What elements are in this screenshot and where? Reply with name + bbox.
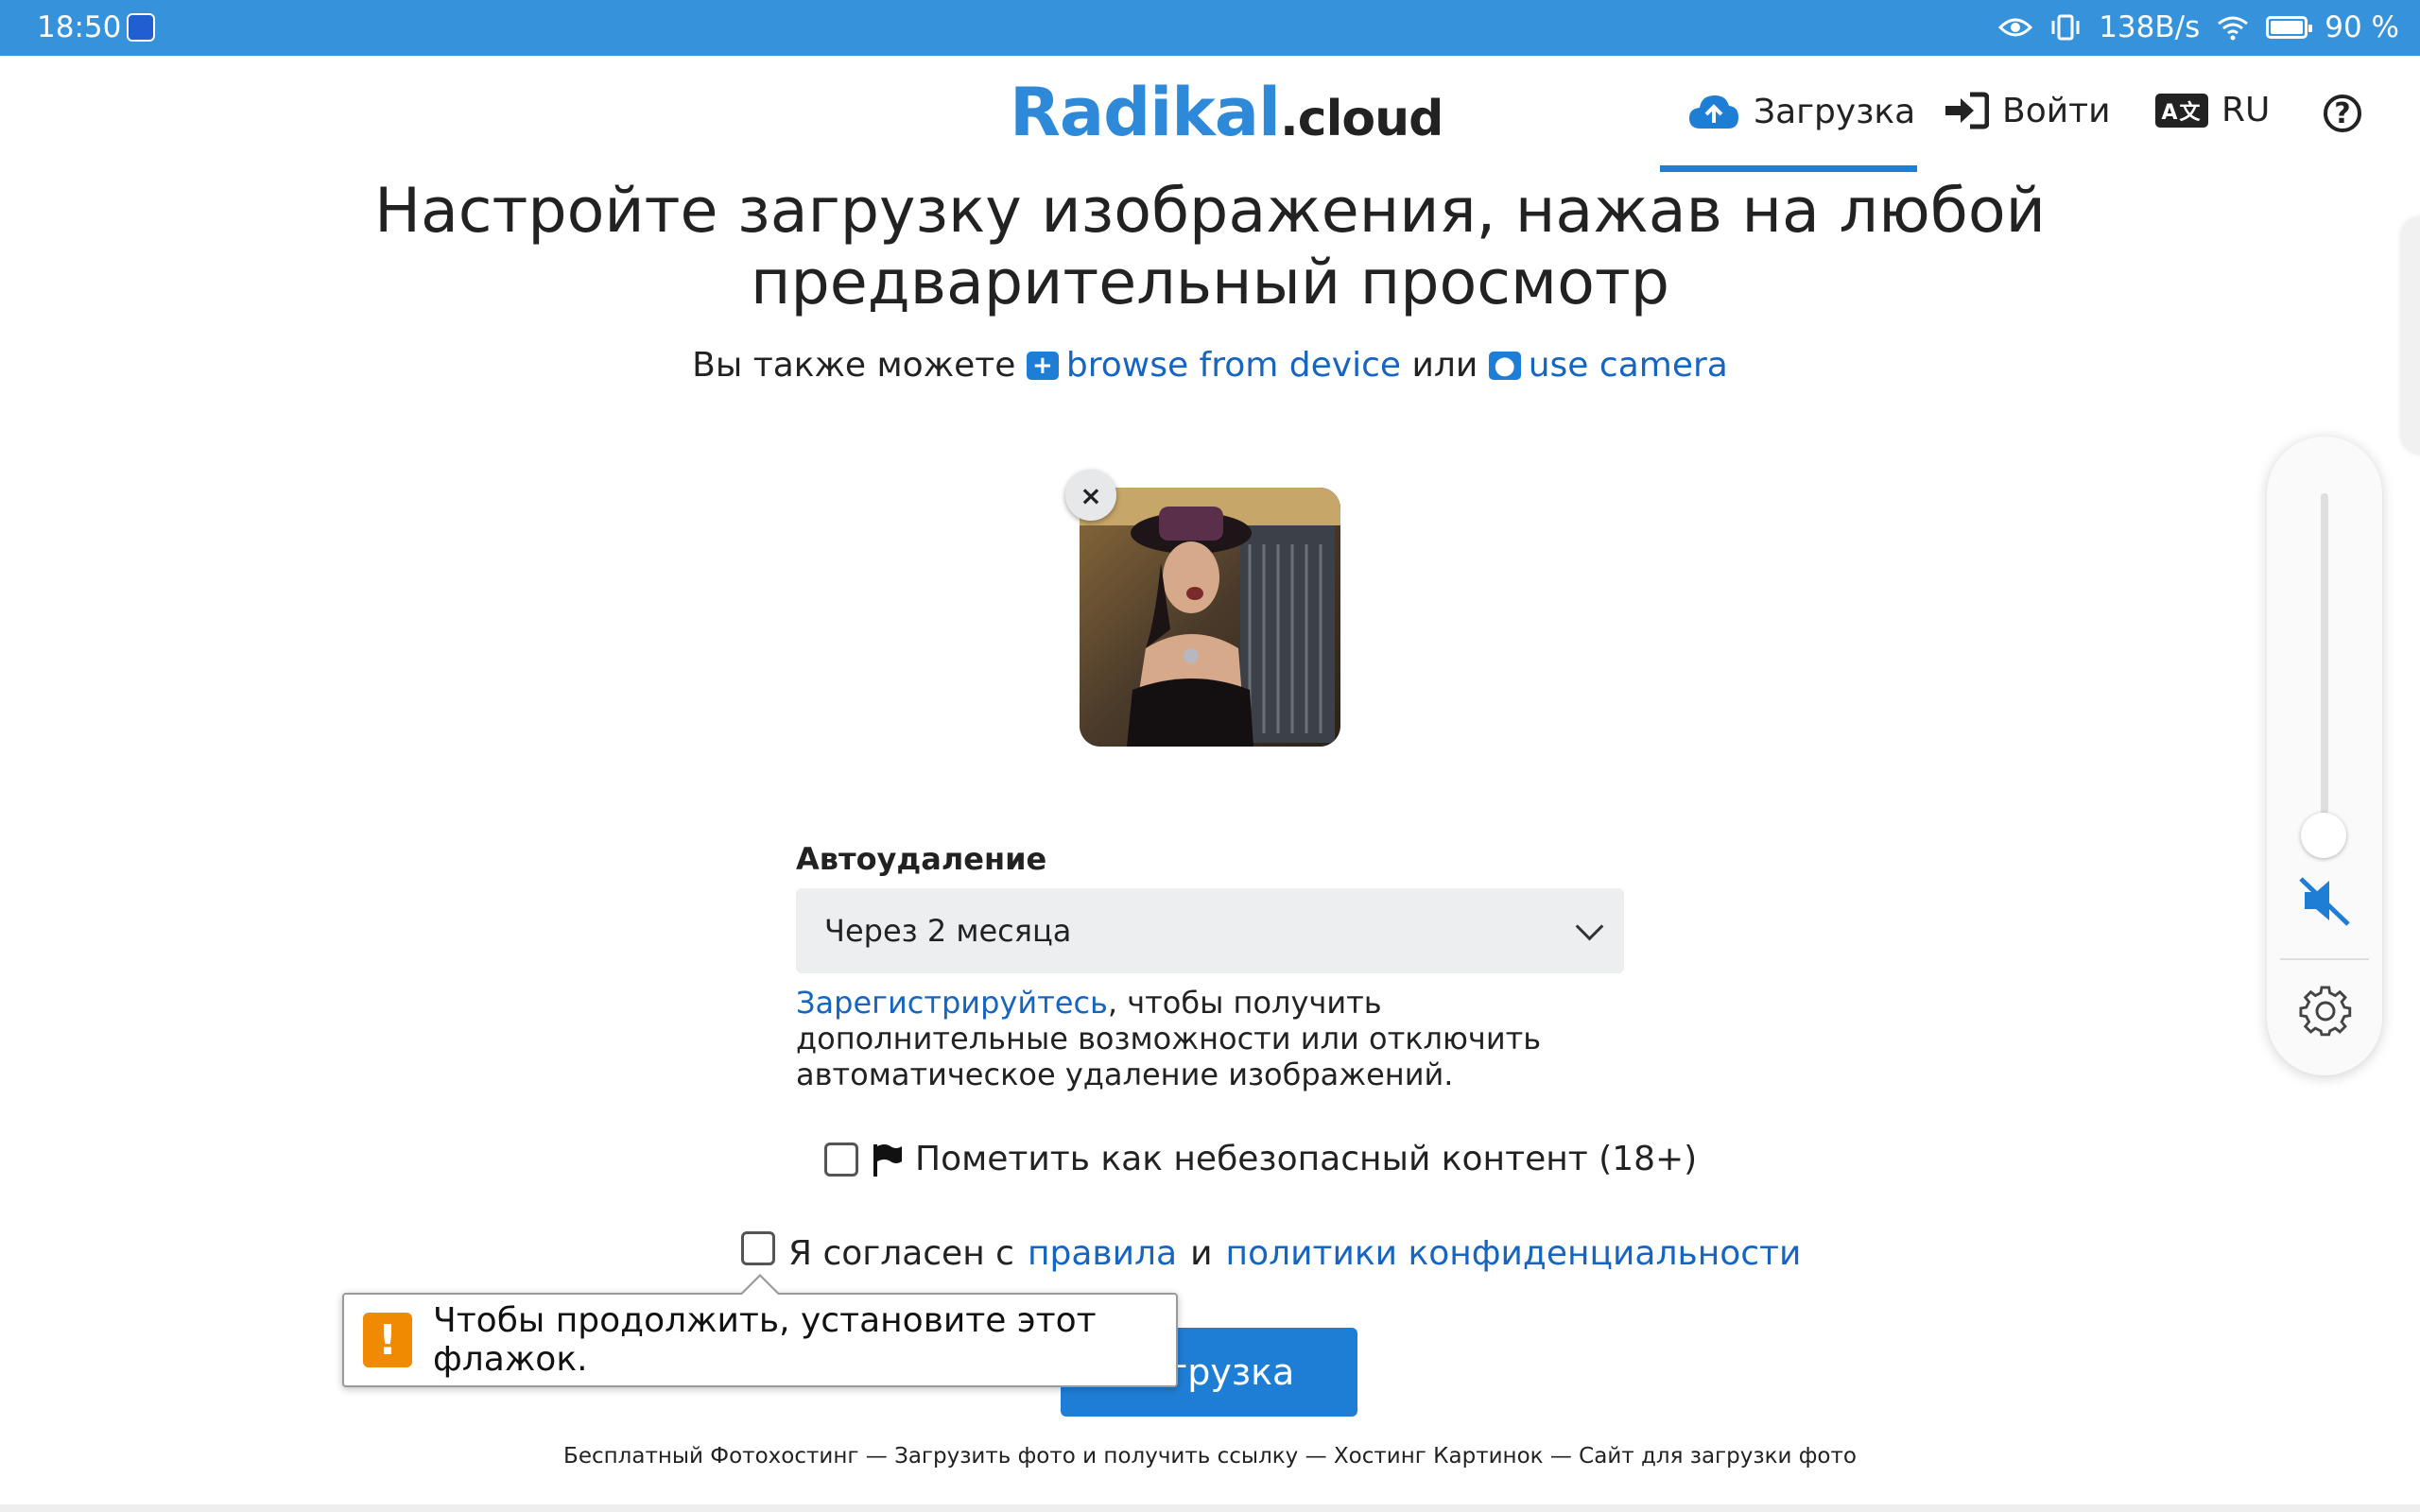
- login-icon: [1945, 92, 1989, 129]
- sub-or: или: [1411, 346, 1478, 385]
- site-logo[interactable]: Radikal.cloud: [1010, 74, 1443, 151]
- page-title: Настройте загрузку изображения, нажав на…: [374, 176, 2046, 318]
- validation-tooltip: ! Чтобы продолжить, установите этот флаж…: [342, 1274, 1178, 1387]
- image-preview[interactable]: [1080, 488, 1340, 747]
- autodelete-label: Автоудаление: [796, 841, 1047, 877]
- nsfw-label: Пометить как небезопасный контент (18+): [915, 1140, 1698, 1178]
- eye-icon: [1998, 18, 2033, 37]
- status-right-group: 138B/s 90 %: [1998, 10, 2399, 44]
- nsfw-row: Пометить как небезопасный контент (18+): [824, 1140, 1697, 1178]
- nav-language[interactable]: A文 RU: [2155, 91, 2270, 129]
- upload-alternatives: Вы также можете + browse from device или …: [359, 346, 2061, 385]
- bottom-divider: [0, 1504, 2420, 1512]
- use-camera-link[interactable]: ● use camera: [1488, 346, 1728, 385]
- nav-active-underline: [1660, 165, 1917, 172]
- nav-language-label: RU: [2221, 91, 2271, 129]
- volume-slider-handle[interactable]: [2301, 813, 2346, 858]
- volume-divider: [2280, 958, 2369, 960]
- volume-panel: [2267, 437, 2382, 1075]
- sub-prefix: Вы также можете: [692, 346, 1016, 385]
- agree-checkbox[interactable]: [741, 1230, 775, 1265]
- help-icon: ?: [2324, 94, 2361, 132]
- footer-text: Бесплатный Фотохостинг — Загрузить фото …: [563, 1444, 1857, 1469]
- use-camera-label: use camera: [1528, 346, 1728, 385]
- cloud-upload-icon: [1689, 95, 1738, 129]
- register-hint: Зарегистрируйтесь, чтобы получить дополн…: [796, 985, 1628, 1092]
- folder-plus-icon: +: [1026, 352, 1059, 380]
- chevron-down-icon: [1575, 912, 1604, 941]
- battery-icon: [2266, 16, 2313, 39]
- nav-login[interactable]: Войти: [1944, 91, 2111, 130]
- preview-photo: [1080, 488, 1340, 747]
- status-time: 18:50: [37, 10, 122, 44]
- browse-device-label: browse from device: [1065, 346, 1402, 385]
- vibrate-icon: [2051, 14, 2080, 41]
- warning-icon: !: [363, 1313, 413, 1367]
- privacy-link[interactable]: политики конфиденциальности: [1226, 1234, 1802, 1273]
- remove-image-button[interactable]: ×: [1065, 470, 1116, 521]
- camera-icon: ●: [1488, 352, 1521, 380]
- validation-message: Чтобы продолжить, установите этот флажок…: [433, 1301, 1097, 1379]
- autodelete-value: Через 2 месяца: [824, 913, 1072, 949]
- network-speed: 138B/s: [2099, 10, 2201, 44]
- bulb-notification-icon: [127, 13, 155, 42]
- side-edge-handle[interactable]: [2401, 217, 2420, 454]
- gear-icon[interactable]: [2299, 985, 2352, 1038]
- nav-login-label: Войти: [2002, 91, 2111, 130]
- mute-icon[interactable]: [2295, 871, 2354, 930]
- nav-help[interactable]: ?: [2324, 94, 2361, 132]
- autodelete-select[interactable]: Через 2 месяца: [796, 888, 1624, 973]
- nav-upload[interactable]: Загрузка: [1687, 91, 1915, 132]
- volume-slider-track[interactable]: [2321, 493, 2328, 815]
- agree-prefix: Я согласен с: [788, 1234, 1014, 1273]
- logo-main: Radikal: [1010, 74, 1281, 151]
- agree-row: Я согласен с правила и политики конфиден…: [741, 1230, 1802, 1273]
- browse-device-link[interactable]: + browse from device: [1026, 346, 1402, 385]
- wifi-icon: [2218, 16, 2249, 41]
- logo-suffix: .cloud: [1280, 91, 1443, 147]
- translate-icon: A文: [2155, 93, 2208, 128]
- rules-link[interactable]: правила: [1028, 1234, 1177, 1273]
- nsfw-checkbox[interactable]: [824, 1142, 858, 1177]
- battery-percent: 90 %: [2325, 10, 2399, 44]
- register-link[interactable]: Зарегистрируйтесь: [796, 985, 1108, 1021]
- agree-and: и: [1190, 1234, 1213, 1273]
- nav-upload-label: Загрузка: [1754, 92, 1916, 131]
- flag-icon: [873, 1143, 902, 1177]
- status-bar: 18:50 138B/s 90 %: [0, 0, 2420, 56]
